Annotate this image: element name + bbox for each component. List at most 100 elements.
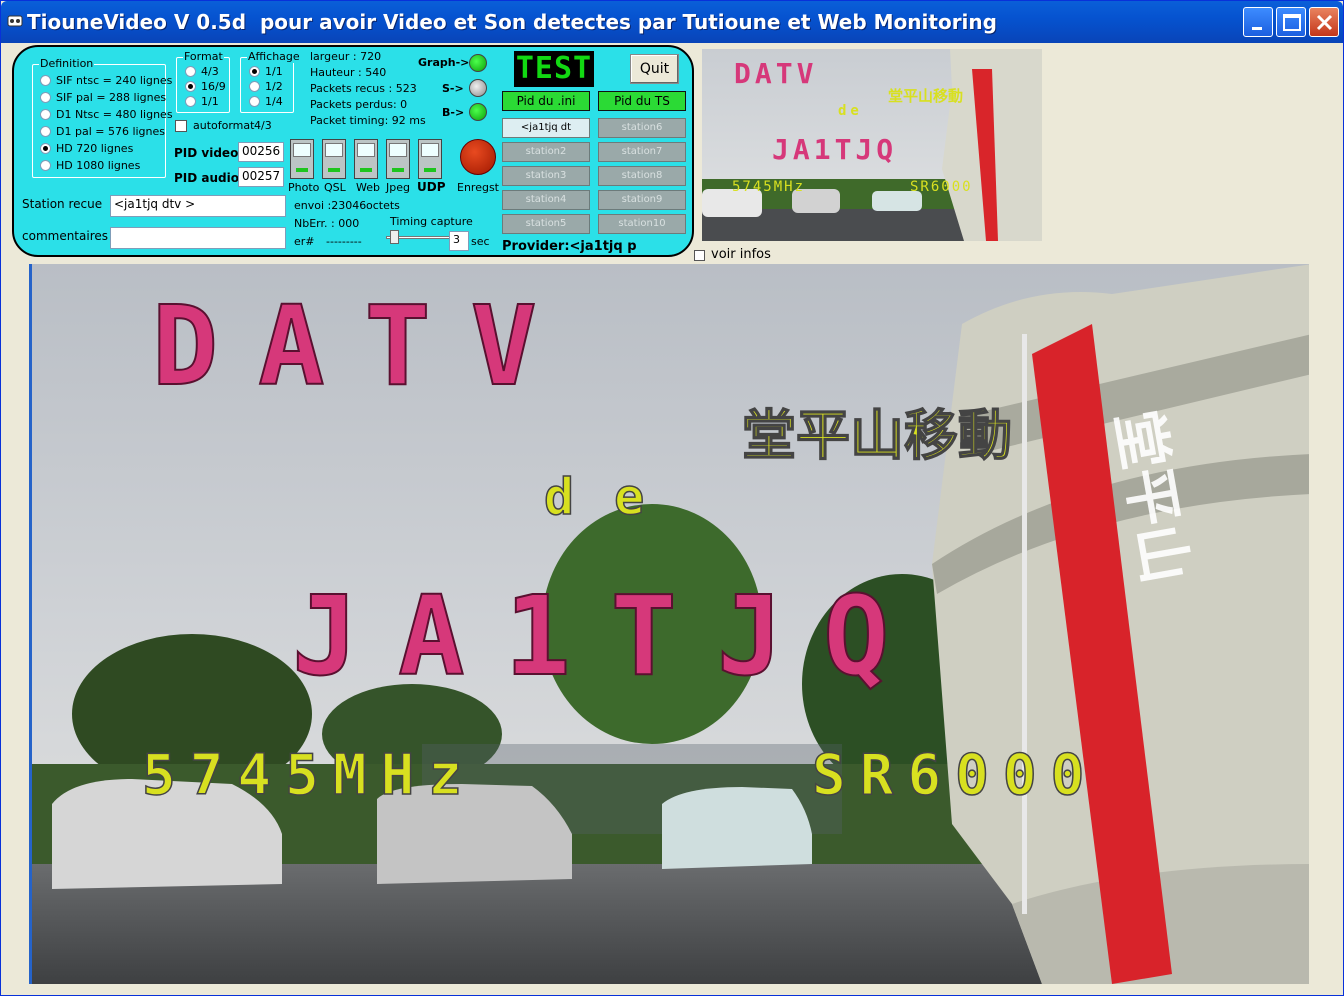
option-label: HD 720 lignes xyxy=(56,142,134,155)
station-button-3[interactable]: station3 xyxy=(502,166,590,186)
b-label: B-> xyxy=(442,106,465,119)
overlay-callsign: JA1TJQ xyxy=(292,572,929,700)
record-button[interactable] xyxy=(460,139,496,175)
station-button-7[interactable]: station7 xyxy=(598,142,686,162)
format-group: Format 4/3 16/9 1/1 xyxy=(176,50,230,113)
definition-option-hd1080[interactable]: HD 1080 lignes xyxy=(40,159,140,172)
commentaires-input[interactable] xyxy=(110,227,286,249)
station-recue-input[interactable]: <ja1tjq dtv > xyxy=(110,195,286,217)
hauteur-readout: Hauteur : 540 xyxy=(310,66,387,79)
maximize-button[interactable] xyxy=(1276,7,1306,37)
option-label: SIF ntsc = 240 lignes xyxy=(56,74,173,87)
title-bar[interactable]: TiouneVideo V 0.5d pour avoir Video et S… xyxy=(1,1,1343,43)
switch-indicator xyxy=(424,168,436,172)
definition-option-sif-pal[interactable]: SIF pal = 288 lignes xyxy=(40,91,166,104)
envoi-readout: envoi :23046 xyxy=(294,199,367,212)
radio-dot xyxy=(40,143,51,154)
preview-overlay-freq: 5745MHz xyxy=(732,179,805,195)
definition-option-sif-ntsc[interactable]: SIF ntsc = 240 lignes xyxy=(40,74,172,87)
pid-ini-button[interactable]: Pid du .ini xyxy=(502,91,590,111)
qsl-switch[interactable] xyxy=(322,139,346,179)
pid-video-label: PID video: xyxy=(174,146,244,160)
radio-dot xyxy=(185,81,196,92)
station-button-6[interactable]: station6 xyxy=(598,118,686,138)
close-button[interactable] xyxy=(1309,7,1339,37)
format-option-1-1[interactable]: 1/1 xyxy=(185,95,219,108)
photo-switch[interactable] xyxy=(290,139,314,179)
station-recue-label: Station recue xyxy=(22,197,103,211)
er-label: er# xyxy=(294,235,315,248)
definition-legend: Definition xyxy=(39,57,95,70)
definition-option-d1-ntsc[interactable]: D1 Ntsc = 480 lignes xyxy=(40,108,173,121)
option-label: 1/1 xyxy=(201,95,219,108)
web-switch[interactable] xyxy=(354,139,378,179)
jpeg-switch[interactable] xyxy=(386,139,410,179)
test-display: TEST xyxy=(514,51,594,87)
affichage-group: Affichage 1/1 1/2 1/4 xyxy=(240,50,301,113)
minimize-icon xyxy=(1252,27,1262,30)
switch-head xyxy=(357,143,375,157)
web-label: Web xyxy=(356,181,380,194)
radio-dot xyxy=(249,81,260,92)
option-label: D1 pal = 576 lignes xyxy=(56,125,166,138)
timing-capture-slider[interactable] xyxy=(386,230,450,244)
preview-overlay-datv: DATV xyxy=(734,57,817,90)
minimize-button[interactable] xyxy=(1243,7,1273,37)
station-button-8[interactable]: station8 xyxy=(598,166,686,186)
graph-led xyxy=(469,54,487,72)
slider-thumb[interactable] xyxy=(390,230,399,244)
definition-option-d1-pal[interactable]: D1 pal = 576 lignes xyxy=(40,125,165,138)
affichage-option-1-1[interactable]: 1/1 xyxy=(249,65,283,78)
switch-indicator xyxy=(328,168,340,172)
station-button-1[interactable]: <ja1tjq dt xyxy=(502,118,590,138)
switch-head xyxy=(421,143,439,157)
definition-group: Definition SIF ntsc = 240 lignes SIF pal… xyxy=(32,57,173,178)
preview-overlay-callsign: JA1TJQ xyxy=(772,133,897,166)
udp-switch[interactable] xyxy=(418,139,442,179)
radio-dot xyxy=(249,66,260,77)
switch-head xyxy=(389,143,407,157)
affichage-option-1-2[interactable]: 1/2 xyxy=(249,80,283,93)
packets-perdus-readout: Packets perdus: 0 xyxy=(310,98,408,111)
voir-infos-checkbox[interactable] xyxy=(694,250,705,261)
autoformat-checkbox[interactable] xyxy=(175,120,187,132)
timing-capture-label: Timing capture xyxy=(390,215,473,228)
autoformat-value: 4/3 xyxy=(254,119,272,132)
timing-capture-input[interactable]: 3 xyxy=(449,231,469,251)
graph-label: Graph-> xyxy=(418,56,470,69)
app-icon xyxy=(7,15,23,27)
option-label: 1/2 xyxy=(265,80,283,93)
definition-option-hd720[interactable]: HD 720 lignes xyxy=(40,142,133,155)
overlay-frequency: 5745MHz xyxy=(142,743,476,808)
voir-infos-label: voir infos xyxy=(711,247,771,262)
pid-audio-input[interactable]: 00257 xyxy=(238,167,284,187)
largeur-readout: largeur : 720 xyxy=(310,50,382,63)
provider-label: Provider:<ja1tjq p xyxy=(502,239,637,254)
station-button-2[interactable]: station2 xyxy=(502,142,590,162)
station-button-10[interactable]: station10 xyxy=(598,214,686,234)
preview-video: DATV 堂平山移動 de JA1TJQ 5745MHz SR6000 xyxy=(702,49,1042,241)
option-label: SIF pal = 288 lignes xyxy=(56,91,167,104)
preview-frame: DATV 堂平山移動 de JA1TJQ 5745MHz SR6000 xyxy=(702,49,1042,241)
format-option-16-9[interactable]: 16/9 xyxy=(185,80,226,93)
enregst-label: Enregst xyxy=(457,181,499,194)
er-value: --------- xyxy=(326,235,362,248)
pid-audio-label: PID audio: xyxy=(174,171,244,185)
pid-video-input[interactable]: 00256 xyxy=(238,142,284,162)
preview-overlay-de: de xyxy=(838,103,863,119)
affichage-option-1-4[interactable]: 1/4 xyxy=(249,95,283,108)
radio-dot xyxy=(40,109,51,120)
format-option-4-3[interactable]: 4/3 xyxy=(185,65,219,78)
main-video-frame: DATV 堂平山移動 de JA1TJQ 5745MHz SR6000 堂平山 xyxy=(32,264,1309,984)
radio-dot xyxy=(185,66,196,77)
station-button-4[interactable]: station4 xyxy=(502,190,590,210)
station-button-9[interactable]: station9 xyxy=(598,190,686,210)
b-led xyxy=(469,103,487,121)
quit-button[interactable]: Quit xyxy=(630,54,679,84)
main-video: DATV 堂平山移動 de JA1TJQ 5745MHz SR6000 堂平山 xyxy=(29,264,1309,984)
overlay-datv: DATV xyxy=(152,282,577,410)
window-title: TiouneVideo V 0.5d pour avoir Video et S… xyxy=(27,10,997,34)
switch-indicator xyxy=(296,168,308,172)
station-button-5[interactable]: station5 xyxy=(502,214,590,234)
pid-ts-button[interactable]: Pid du TS xyxy=(598,91,686,111)
